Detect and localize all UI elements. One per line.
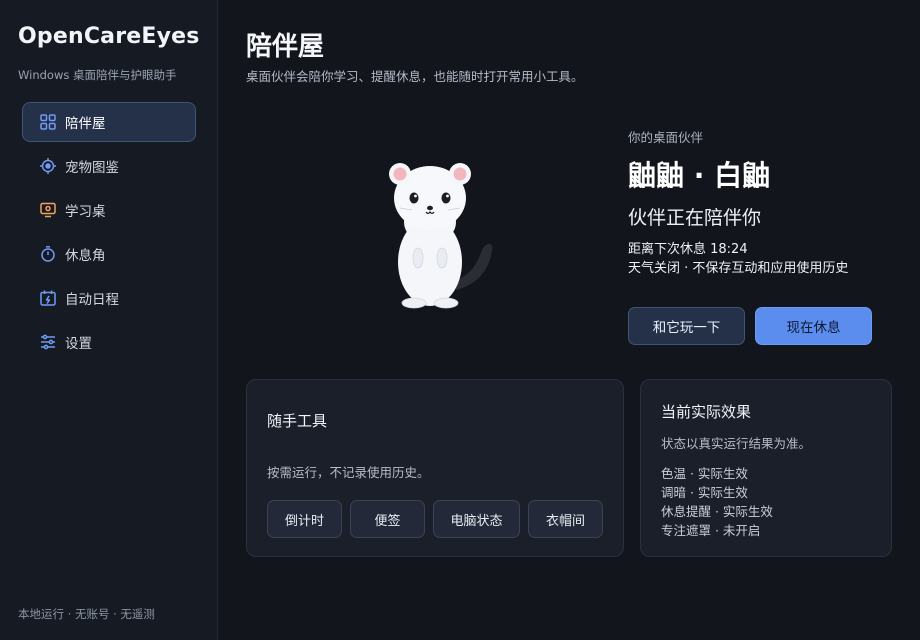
- sidebar-item-label: 自动日程: [65, 292, 119, 308]
- effect-focus-mask: 专注遮罩 · 未开启: [661, 523, 761, 538]
- effects-card-title: 当前实际效果: [661, 403, 752, 421]
- countdown-button[interactable]: 倒计时: [267, 500, 342, 538]
- effect-break-reminder: 休息提醒 · 实际生效: [661, 504, 773, 519]
- sidebar-item-rest-corner[interactable]: 休息角: [22, 234, 196, 274]
- ermine-icon: [389, 163, 493, 309]
- timer-icon: [39, 245, 57, 263]
- sidebar-nav: 陪伴屋 宠物图鉴 学习桌 休息角 自动日程 设置: [22, 102, 196, 366]
- sidebar-item-label: 休息角: [65, 248, 106, 264]
- sliders-icon: [39, 333, 57, 351]
- app-window: OpenCareEyes Windows 桌面陪伴与护眼助手 陪伴屋 宠物图鉴 …: [0, 0, 920, 640]
- effects-card: 当前实际效果 状态以真实运行结果为准。 色温 · 实际生效 调暗 · 实际生效 …: [640, 379, 892, 557]
- ermine-pet-illustration[interactable]: [368, 150, 498, 315]
- wardrobe-button[interactable]: 衣帽间: [528, 500, 603, 538]
- sidebar-item-settings[interactable]: 设置: [22, 322, 196, 362]
- sidebar-item-label: 学习桌: [65, 204, 106, 220]
- tools-card-desc: 按需运行，不记录使用历史。: [267, 465, 430, 480]
- effect-dimming: 调暗 · 实际生效: [661, 485, 748, 500]
- sidebar-item-pet-gallery[interactable]: 宠物图鉴: [22, 146, 196, 186]
- sidebar-item-companion-room[interactable]: 陪伴屋: [22, 102, 196, 142]
- page-subtitle: 桌面伙伴会陪你学习、提醒休息，也能随时打开常用小工具。: [246, 69, 584, 84]
- effects-list: 色温 · 实际生效 调暗 · 实际生效 休息提醒 · 实际生效 专注遮罩 · 未…: [661, 464, 773, 540]
- effects-card-desc: 状态以真实运行结果为准。: [661, 436, 812, 451]
- companion-label: 你的桌面伙伴: [628, 130, 704, 145]
- privacy-note: 天气关闭 · 不保存互动和应用使用历史: [628, 261, 849, 276]
- sidebar-item-label: 宠物图鉴: [65, 160, 119, 176]
- tools-card: 随手工具 按需运行，不记录使用历史。 倒计时 便签 电脑状态 衣帽间: [246, 379, 624, 557]
- brand-title: OpenCareEyes: [18, 24, 200, 49]
- pc-status-button[interactable]: 电脑状态: [433, 500, 520, 538]
- tools-button-row: 倒计时 便签 电脑状态 衣帽间: [267, 500, 603, 538]
- sidebar: OpenCareEyes Windows 桌面陪伴与护眼助手 陪伴屋 宠物图鉴 …: [0, 0, 218, 640]
- brand-subtitle: Windows 桌面陪伴与护眼助手: [18, 68, 177, 82]
- sidebar-footer: 本地运行 · 无账号 · 无遥测: [18, 607, 155, 621]
- next-break-countdown: 距离下次休息 18:24: [628, 242, 748, 257]
- page-title: 陪伴屋: [246, 32, 325, 62]
- companion-status: 伙伴正在陪伴你: [628, 207, 762, 229]
- monitor-icon: [39, 201, 57, 219]
- grid-icon: [39, 113, 57, 131]
- sidebar-item-label: 设置: [65, 336, 92, 352]
- companion-name: 鼬鼬 · 白鼬: [628, 159, 771, 192]
- play-with-pet-button[interactable]: 和它玩一下: [628, 307, 745, 345]
- sidebar-item-study-desk[interactable]: 学习桌: [22, 190, 196, 230]
- notes-button[interactable]: 便签: [350, 500, 425, 538]
- target-icon: [39, 157, 57, 175]
- rest-now-button[interactable]: 现在休息: [755, 307, 872, 345]
- sidebar-item-auto-schedule[interactable]: 自动日程: [22, 278, 196, 318]
- tools-card-title: 随手工具: [267, 412, 328, 430]
- main-content: 陪伴屋 桌面伙伴会陪你学习、提醒休息，也能随时打开常用小工具。 你的桌面伙伴 鼬…: [218, 0, 920, 640]
- calendar-icon: [39, 289, 57, 307]
- sidebar-item-label: 陪伴屋: [65, 116, 106, 132]
- effect-color-temperature: 色温 · 实际生效: [661, 466, 748, 481]
